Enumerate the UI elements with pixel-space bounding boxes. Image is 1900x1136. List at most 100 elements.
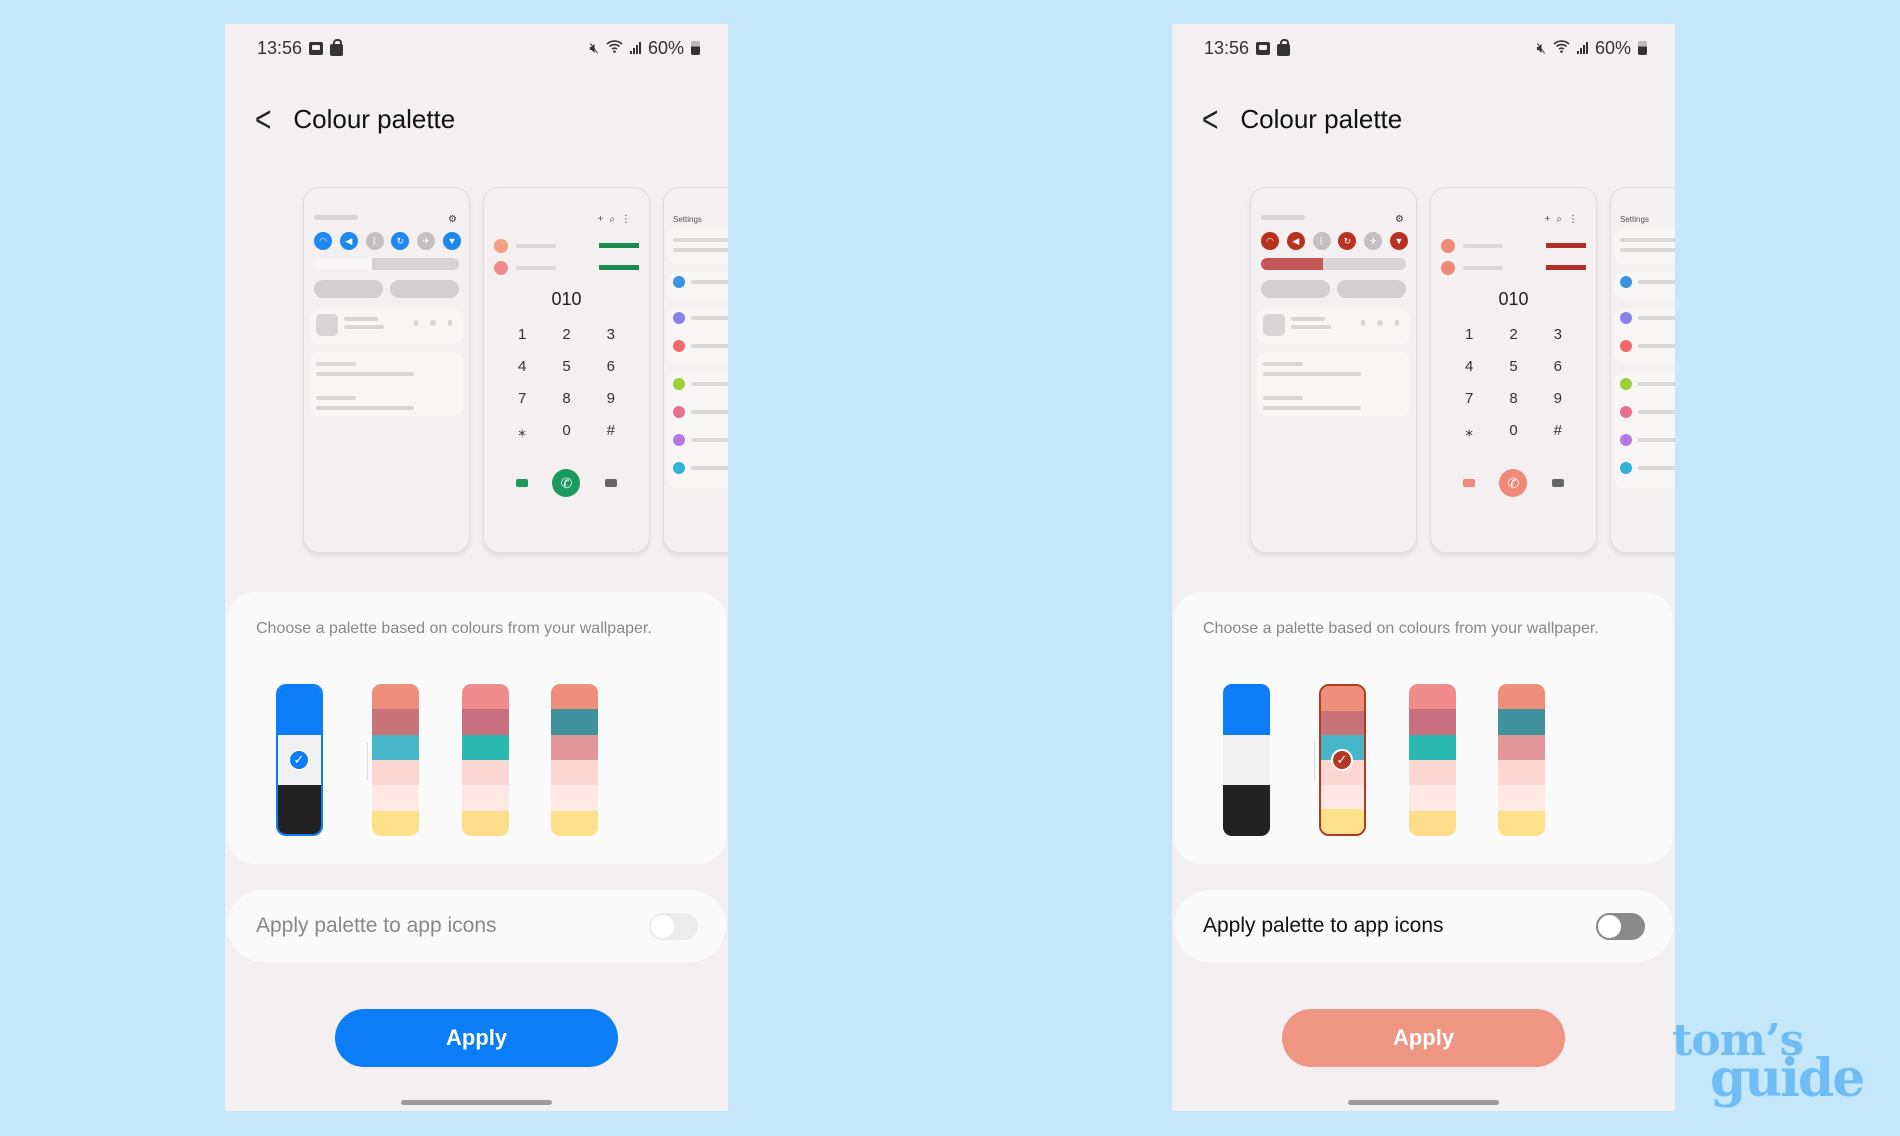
status-bar: 13:56 🔇︎ 60% [257,36,700,60]
settings-item-icon [673,276,685,288]
settings-item-placeholder [1638,316,1675,320]
contact-avatar-icon [1441,261,1455,275]
wifi-toggle-icon: ◠ [1261,232,1279,250]
toms-guide-logo: tom’s guide [1672,1019,1865,1109]
palette-description: Choose a palette based on colours from y… [1203,620,1599,637]
dialpad-key: 9 [606,390,615,407]
battery-icon [1638,41,1647,55]
contact-avatar-icon [1441,239,1455,253]
flashlight-toggle-icon: ▼ [1389,232,1408,250]
dialpad: 1 2 3 4 5 6 7 8 9 ⁎ 0 # [500,326,633,440]
settings-preview-title: Settings [673,215,702,224]
battery-icon [691,41,700,55]
dialpad-key: # [1553,422,1562,439]
palette-option-wallpaper-2[interactable] [1409,684,1456,836]
phone-screen-after: 13:56 🔇︎ 60% < Colour palette ⚙ ◠ ◀ ᛒ ↻ [1172,24,1675,1111]
palette-panel: Choose a palette based on colours from y… [1174,592,1673,864]
palette-option-wallpaper-1[interactable] [372,684,419,836]
palette-option-wallpaper-3[interactable] [1498,684,1545,836]
settings-item-placeholder [691,410,728,414]
wifi-toggle-icon: ◠ [314,232,332,250]
settings-item-icon [673,406,685,418]
dialpad-key: 5 [1509,358,1518,375]
palette-preview-carousel[interactable]: ⚙ ◠ ◀ ᛒ ↻ ✈ ▼ +⌕⋮ 010 1 2 3 4 5 6 7 8 9 … [1250,187,1675,554]
palette-option-wallpaper-1[interactable]: ✓ [1319,684,1366,836]
status-bar: 13:56 🔇︎ 60% [1204,36,1647,60]
dialpad-key: 1 [1464,326,1474,343]
settings-item-placeholder [691,316,728,320]
apply-to-icons-toggle[interactable] [649,912,698,940]
brightness-slider [1261,258,1406,270]
dialpad-key: 9 [1553,390,1562,407]
dialpad-key: 4 [517,358,527,375]
apply-to-icons-row[interactable]: Apply palette to app icons [227,890,726,962]
dialpad-key: 6 [606,358,615,375]
divider [367,742,368,780]
notification-preview [310,352,463,416]
airplane-toggle-icon: ✈ [1364,232,1383,250]
settings-item-icon [1620,312,1632,324]
palette-preview-carousel[interactable]: ⚙ ◠ ◀ ᛒ ↻ ✈ ▼ +⌕⋮ 010 1 2 3 4 5 6 7 8 9 … [303,187,728,554]
phone-screen-before: 13:56 🔇︎ 60% < Colour palette ⚙ ◠ ◀ ᛒ ↻ [225,24,728,1111]
mute-icon: 🔇︎ [1536,39,1546,57]
palette-option-basic[interactable]: ✓ [276,684,323,836]
apply-to-icons-row[interactable]: Apply palette to app icons [1174,890,1673,962]
settings-item-icon [1620,462,1632,474]
contact-avatar-icon [494,239,508,253]
apply-button[interactable]: Apply [1282,1009,1565,1067]
media-player-preview [1257,308,1410,344]
apply-button[interactable]: Apply [335,1009,618,1067]
contact-row [1441,261,1586,275]
settings-item-placeholder [691,280,728,284]
logo-line-2: guide [1710,1048,1865,1109]
brightness-slider [314,258,459,270]
battery-percent: 60% [1594,37,1631,58]
preview-dialer: +⌕⋮ 010 1 2 3 4 5 6 7 8 9 ⁎ 0 # ✆ [483,187,650,553]
dialpad: 1 2 3 4 5 6 7 8 9 ⁎ 0 # [1447,326,1580,440]
status-time: 13:56 [257,37,303,58]
palette-option-wallpaper-2[interactable] [462,684,509,836]
placeholder-pill [1261,280,1330,298]
settings-item-icon [1620,406,1632,418]
back-button[interactable]: < [255,101,271,137]
preview-quick-panel: ⚙ ◠ ◀ ᛒ ↻ ✈ ▼ [1250,187,1417,553]
dialpad-key: # [606,422,615,439]
dialpad-key: 3 [1553,326,1562,343]
palette-option-wallpaper-3[interactable] [551,684,598,836]
dialpad-key: 0 [562,422,571,439]
sound-toggle-icon: ◀ [339,232,358,250]
dialpad-key: 1 [517,326,527,343]
airplane-toggle-icon: ✈ [417,232,436,250]
settings-item-placeholder [691,382,728,386]
palette-option-basic[interactable] [1223,684,1270,836]
settings-item-placeholder [1638,410,1675,414]
preview-dialer: +⌕⋮ 010 1 2 3 4 5 6 7 8 9 ⁎ 0 # ✆ [1430,187,1597,553]
shopping-bag-icon [330,38,344,56]
settings-item-placeholder [1638,382,1675,386]
settings-group [1614,228,1675,264]
sound-toggle-icon: ◀ [1286,232,1305,250]
back-button[interactable]: < [1202,101,1218,137]
dialer-actions: ✆ [1447,469,1580,497]
contact-row [494,239,639,253]
video-call-icon [1463,479,1476,487]
settings-item-placeholder [691,466,728,470]
page-title: Colour palette [293,104,456,134]
dialpad-key: ⁎ [1465,423,1473,440]
dialpad-key: 3 [606,326,615,343]
settings-item-placeholder [691,344,728,348]
home-indicator [1348,1100,1499,1105]
signal-icon [1576,42,1588,54]
apply-to-icons-label: Apply palette to app icons [256,914,497,937]
status-time: 13:56 [1204,37,1250,58]
settings-item-icon [673,462,685,474]
quick-toggle-icons: ◠ ◀ ᛒ ↻ ✈ ▼ [314,232,461,250]
selected-check-icon: ✓ [288,749,310,771]
page-header: < Colour palette [255,101,456,137]
apply-to-icons-toggle[interactable] [1596,912,1645,940]
settings-group [667,228,728,264]
dialpad-key: 8 [562,390,571,407]
dialer-toolbar-icons: +⌕⋮ [1544,214,1584,225]
call-icon: ✆ [1499,469,1528,497]
settings-item-icon [1620,276,1632,288]
